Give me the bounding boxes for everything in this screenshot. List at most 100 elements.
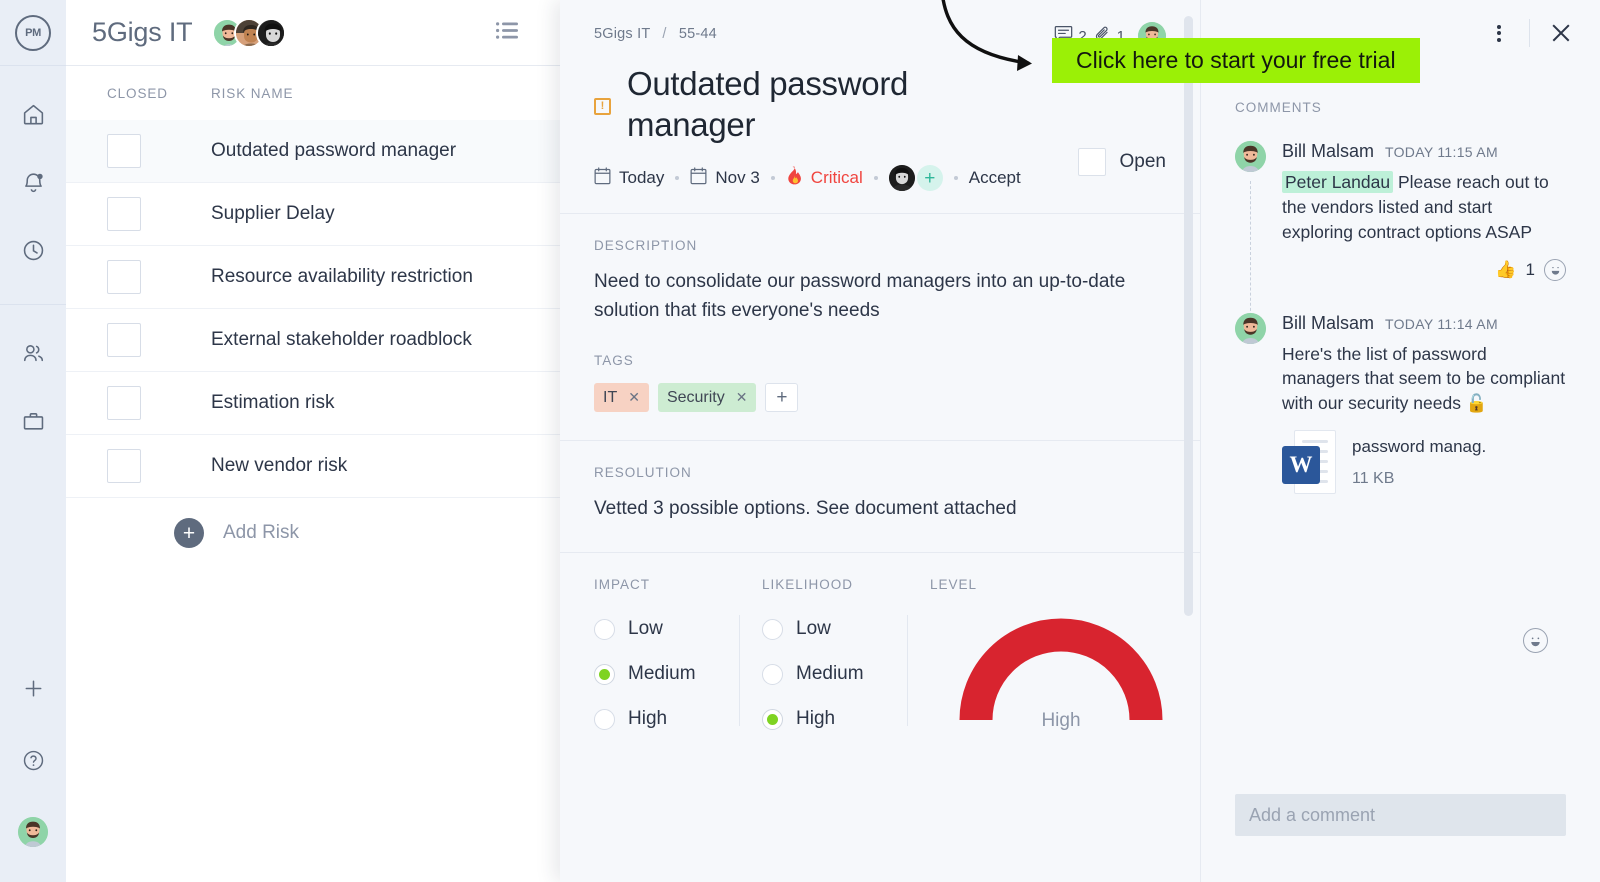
attachment-size: 11 KB <box>1352 469 1395 487</box>
tag-label: IT <box>603 388 618 406</box>
member-avatar-stack[interactable] <box>212 17 287 48</box>
radio-button[interactable] <box>594 663 615 685</box>
sidebar-item-notifications[interactable] <box>0 148 66 216</box>
avatar <box>256 17 287 48</box>
sidebar-item-portfolio[interactable] <box>0 387 66 455</box>
sidebar-item-profile[interactable] <box>0 796 66 868</box>
add-comment-input[interactable] <box>1235 794 1566 836</box>
impact-option[interactable]: Low <box>594 607 739 652</box>
comment-timestamp: TODAY 11:15 AM <box>1385 144 1498 160</box>
risk-closed-checkbox[interactable] <box>107 449 141 483</box>
impact-label: IMPACT <box>594 576 650 592</box>
accept-label: Accept <box>968 168 1021 188</box>
priority-field[interactable]: Critical <box>786 166 863 190</box>
comment-header: Bill Malsam TODAY 11:15 AM <box>1282 141 1566 162</box>
sidebar-item-team[interactable] <box>0 319 66 387</box>
detail-scrollbar[interactable] <box>1184 16 1193 616</box>
risk-name-label: Supplier Delay <box>211 203 335 224</box>
radio-button[interactable] <box>762 618 783 640</box>
assignee-field[interactable]: + <box>888 165 943 192</box>
likelihood-option[interactable]: Low <box>762 607 907 652</box>
likelihood-option[interactable]: High <box>762 697 907 742</box>
radio-label: High <box>628 708 668 730</box>
level-gauge: High <box>956 610 1166 740</box>
remove-tag-icon[interactable]: ✕ <box>736 389 748 406</box>
level-label: LEVEL <box>930 576 978 592</box>
risk-title[interactable]: Outdated password manager <box>627 64 987 145</box>
clock-icon <box>21 238 46 263</box>
radio-label: Medium <box>796 663 864 685</box>
radio-button[interactable] <box>594 618 615 640</box>
toolbar-divider <box>1529 19 1530 47</box>
radio-button[interactable] <box>762 708 783 730</box>
tag-chip[interactable]: IT ✕ <box>594 383 649 413</box>
priority-value: Critical <box>810 168 863 188</box>
remove-tag-icon[interactable]: ✕ <box>628 389 640 406</box>
sidebar-item-help[interactable] <box>0 724 66 796</box>
impact-options: Low Medium High <box>594 607 739 742</box>
sidebar-item-home[interactable] <box>0 80 66 148</box>
risk-closed-cell <box>66 260 211 294</box>
fire-icon <box>786 166 803 190</box>
radio-button[interactable] <box>762 663 783 685</box>
level-column: LEVEL High <box>930 577 1166 742</box>
risk-closed-checkbox[interactable] <box>107 386 141 420</box>
description-text[interactable]: Need to consolidate our password manager… <box>594 268 1154 325</box>
close-icon[interactable] <box>1548 20 1574 46</box>
due-date-field[interactable]: Nov 3 <box>690 167 760 190</box>
comment-mention[interactable]: Peter Landau <box>1282 171 1394 193</box>
user-avatar <box>18 817 48 847</box>
list-view-toggle-button[interactable] <box>496 21 518 44</box>
comment-author: Bill Malsam <box>1282 141 1375 161</box>
likelihood-option[interactable]: Medium <box>762 652 907 697</box>
app-logo[interactable]: PM <box>0 0 66 66</box>
sidebar-item-add[interactable] <box>0 652 66 724</box>
attachment-info: password manag. 11 KB <box>1352 437 1486 488</box>
add-reaction-icon[interactable] <box>1544 258 1566 281</box>
impact-column: IMPACT Low Medium High <box>594 577 739 742</box>
kebab-dot <box>1497 37 1501 42</box>
tag-label: Security <box>666 388 725 406</box>
radio-button[interactable] <box>594 708 615 730</box>
file-type-badge: W <box>1282 446 1320 485</box>
add-assignee-button[interactable]: + <box>916 165 943 192</box>
sidebar-item-timesheets[interactable] <box>0 216 66 284</box>
risk-closed-checkbox[interactable] <box>107 197 141 231</box>
risk-name-label: New vendor risk <box>211 455 348 476</box>
start-date-field[interactable]: Today <box>594 167 664 190</box>
comment-text: Here's the list of password managers tha… <box>1282 343 1566 414</box>
tags-section: TAGS IT ✕ Security ✕ + <box>560 353 1200 440</box>
tag-chip[interactable]: Security ✕ <box>657 383 757 413</box>
add-tag-button[interactable]: + <box>765 383 799 413</box>
comment-attachment[interactable]: W password manag. 11 KB <box>1282 430 1566 495</box>
add-reaction-icon <box>1523 628 1548 653</box>
plus-icon: + <box>174 518 204 548</box>
more-options-button[interactable] <box>1487 16 1511 50</box>
comment-text: Peter Landau Please reach out to the ven… <box>1282 170 1566 245</box>
free-trial-cta-banner[interactable]: Click here to start your free trial <box>1052 38 1420 83</box>
due-date-value: Nov 3 <box>715 168 760 188</box>
meta-separator-dot <box>770 176 775 181</box>
thumbsup-icon[interactable]: 👍 <box>1495 260 1516 280</box>
meta-separator-dot <box>675 176 680 181</box>
status-toggle[interactable]: Open <box>1077 148 1166 176</box>
people-icon <box>21 341 46 366</box>
likelihood-options: Low Medium High <box>762 607 907 742</box>
status-checkbox[interactable] <box>1077 148 1106 176</box>
resolution-text[interactable]: Vetted 3 possible options. See document … <box>594 495 1154 524</box>
risk-closed-checkbox[interactable] <box>107 260 141 294</box>
impact-option[interactable]: High <box>594 697 739 742</box>
comment-emoji-picker-button[interactable] <box>1523 628 1548 653</box>
risk-closed-checkbox[interactable] <box>107 134 141 168</box>
impact-option[interactable]: Medium <box>594 652 739 697</box>
accept-action[interactable]: Accept <box>969 168 1021 188</box>
column-header-closed: CLOSED <box>107 85 168 101</box>
rail-group-primary <box>0 66 66 305</box>
description-section: DESCRIPTION Need to consolidate our pass… <box>560 214 1200 353</box>
risk-name-label: Resource availability restriction <box>211 266 473 287</box>
risk-detail-panel: 5Gigs IT / 55-44 2 1 ! Outdated password… <box>560 0 1600 882</box>
kebab-dot <box>1497 24 1501 29</box>
radio-label: Low <box>628 618 663 640</box>
avatar <box>888 165 915 192</box>
risk-closed-checkbox[interactable] <box>107 323 141 357</box>
